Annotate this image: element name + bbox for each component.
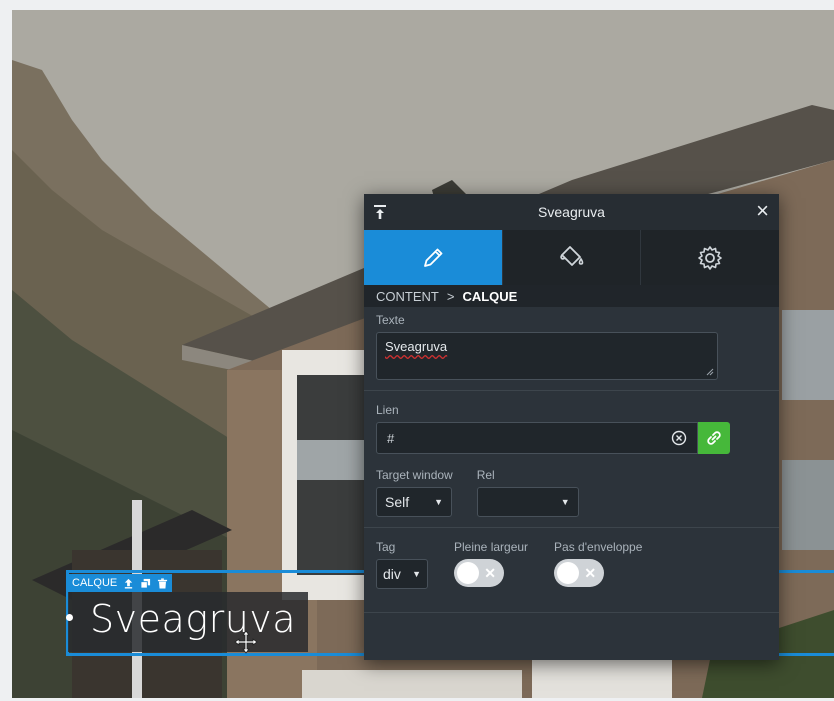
- rel-select[interactable]: ▼: [476, 487, 579, 517]
- target-window-field: Target window Self ▼: [376, 468, 453, 517]
- panel-title: Sveagruva: [538, 204, 605, 220]
- bullet-dot: [66, 614, 73, 621]
- tag-section: Tag div ▼ Pleine largeur ✕ Pas d'envelop…: [364, 528, 779, 613]
- breadcrumb-separator: >: [446, 288, 455, 304]
- chevron-down-icon: ▼: [434, 497, 443, 507]
- element-settings-panel: Sveagruva × CONTENT > CALQUE Texte Sveag…: [364, 194, 780, 660]
- tag-row: Tag div ▼ Pleine largeur ✕ Pas d'envelop…: [376, 540, 769, 589]
- resize-grip-icon[interactable]: [706, 368, 714, 376]
- lien-input[interactable]: #: [376, 422, 698, 454]
- pas-enveloppe-toggle[interactable]: ✕: [554, 559, 605, 587]
- target-window-select[interactable]: Self ▼: [376, 487, 452, 517]
- pleine-largeur-label: Pleine largeur: [454, 540, 529, 554]
- toggle-off-icon: ✕: [484, 565, 496, 581]
- tab-advanced[interactable]: [640, 230, 780, 285]
- calque-text[interactable]: Sveagruva: [90, 594, 296, 644]
- gear-icon: [698, 245, 722, 270]
- close-icon[interactable]: ×: [756, 200, 769, 222]
- toggle-knob: [557, 562, 580, 584]
- trash-icon[interactable]: [157, 577, 168, 589]
- toggle-knob: [457, 562, 479, 584]
- texte-section: Texte Sveagruva: [364, 307, 779, 391]
- tag-label: Tag: [376, 540, 396, 554]
- pencil-icon: [423, 248, 443, 267]
- tag-value: div: [383, 566, 401, 582]
- lien-label: Lien: [376, 403, 399, 417]
- toggle-off-icon: ✕: [584, 565, 597, 581]
- rel-label: Rel: [476, 468, 495, 482]
- target-rel-row: Target window Self ▼ Rel ▼: [376, 468, 769, 517]
- panel-tabs: [364, 230, 780, 285]
- tab-content[interactable]: [364, 230, 502, 285]
- pleine-largeur-field: Pleine largeur ✕: [454, 540, 528, 589]
- duplicate-icon[interactable]: [140, 578, 151, 589]
- chevron-down-icon: ▼: [560, 497, 570, 507]
- texte-textarea[interactable]: Sveagruva: [376, 332, 718, 380]
- lien-row: #: [376, 422, 769, 454]
- breadcrumb: CONTENT > CALQUE: [364, 285, 779, 307]
- link-icon: [707, 431, 721, 445]
- lien-section: Lien # Target window Self ▼ Rel ▼: [364, 391, 779, 528]
- target-window-label: Target window: [376, 468, 453, 482]
- texte-label: Texte: [376, 313, 405, 327]
- pleine-largeur-toggle[interactable]: ✕: [454, 559, 504, 587]
- move-cursor-icon: [234, 630, 258, 654]
- clear-icon[interactable]: [671, 430, 687, 446]
- breadcrumb-parent[interactable]: CONTENT: [376, 289, 439, 304]
- tab-style[interactable]: [501, 230, 641, 285]
- panel-header[interactable]: Sveagruva ×: [364, 194, 779, 230]
- target-window-value: Self: [385, 494, 410, 510]
- lien-value: #: [387, 430, 395, 446]
- breadcrumb-current: CALQUE: [462, 288, 518, 304]
- texte-value: Sveagruva: [385, 339, 448, 354]
- tag-field: Tag div ▼: [376, 540, 428, 589]
- rel-field: Rel ▼: [476, 468, 579, 517]
- move-up-icon[interactable]: [123, 578, 134, 589]
- paint-bucket-icon: [559, 245, 583, 266]
- selection-tag-label: CALQUE: [72, 577, 118, 589]
- link-button[interactable]: [698, 422, 730, 454]
- selection-toolbar: CALQUE: [68, 574, 173, 592]
- pas-enveloppe-field: Pas d'enveloppe ✕: [554, 540, 642, 589]
- pas-enveloppe-label: Pas d'enveloppe: [554, 540, 643, 554]
- chevron-down-icon: ▼: [412, 569, 421, 579]
- collapse-to-top-icon[interactable]: [372, 203, 388, 221]
- tag-select[interactable]: div ▼: [376, 559, 428, 589]
